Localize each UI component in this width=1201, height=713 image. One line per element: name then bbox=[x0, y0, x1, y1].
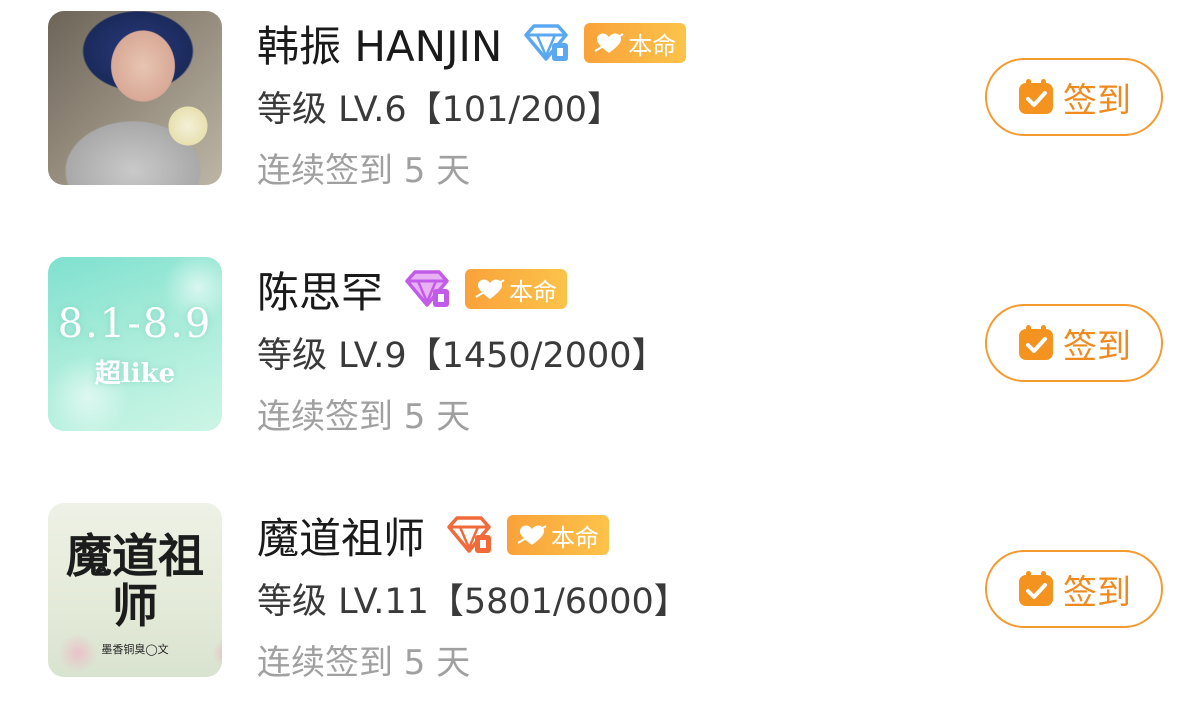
name-line: 魔道祖师 本命 bbox=[257, 509, 610, 563]
diamond-blue-icon bbox=[524, 24, 569, 61]
level-text: 等级 LV.6【101/200】 bbox=[257, 90, 623, 130]
calendar-check-icon bbox=[1019, 571, 1053, 606]
diamond-orange-icon bbox=[447, 516, 492, 553]
streak-text: 连续签到 5 天 bbox=[257, 397, 471, 437]
streak-text: 连续签到 5 天 bbox=[257, 643, 471, 683]
avatar-subtext: 墨香铜臭◯文 bbox=[101, 643, 169, 656]
community-name[interactable]: 韩振 HANJIN bbox=[257, 13, 502, 74]
checkin-label: 签到 bbox=[1063, 572, 1131, 613]
avatar[interactable] bbox=[48, 11, 222, 185]
tag-label: 本命 bbox=[551, 523, 600, 552]
avatar[interactable]: 8.1-8.9 超like bbox=[48, 257, 222, 431]
avatar-text: 魔道祖师 bbox=[66, 529, 204, 633]
community-list: 韩振 HANJIN 本命 等级 LV.6【101/200】 连续签到 5 天 签… bbox=[0, 0, 1201, 713]
heart-arrow-icon bbox=[517, 525, 547, 545]
list-item[interactable]: 魔道祖师 墨香铜臭◯文 魔道祖师 本命 等级 LV.11【5801/6000】 … bbox=[0, 503, 1201, 683]
avatar[interactable]: 魔道祖师 墨香铜臭◯文 bbox=[48, 503, 222, 677]
community-name[interactable]: 陈思罕 bbox=[257, 259, 383, 320]
heart-arrow-icon bbox=[475, 279, 505, 299]
diamond-purple-icon bbox=[405, 270, 450, 307]
checkin-button[interactable]: 签到 bbox=[985, 304, 1163, 382]
calendar-check-icon bbox=[1019, 325, 1053, 360]
checkin-button[interactable]: 签到 bbox=[985, 58, 1163, 136]
bias-tag: 本命 bbox=[507, 515, 610, 555]
name-line: 韩振 HANJIN 本命 bbox=[257, 17, 687, 71]
level-text: 等级 LV.11【5801/6000】 bbox=[257, 582, 689, 622]
list-item[interactable]: 韩振 HANJIN 本命 等级 LV.6【101/200】 连续签到 5 天 签… bbox=[0, 11, 1201, 191]
calendar-check-icon bbox=[1019, 79, 1053, 114]
bias-tag: 本命 bbox=[584, 23, 687, 63]
checkin-label: 签到 bbox=[1063, 326, 1131, 367]
avatar-text: 8.1-8.9 bbox=[57, 301, 213, 347]
list-item[interactable]: 8.1-8.9 超like 陈思罕 本命 等级 LV.9【1450/2000】 … bbox=[0, 257, 1201, 437]
tag-label: 本命 bbox=[628, 31, 677, 60]
name-line: 陈思罕 本命 bbox=[257, 263, 568, 317]
tag-label: 本命 bbox=[509, 277, 558, 306]
bias-tag: 本命 bbox=[465, 269, 568, 309]
heart-arrow-icon bbox=[594, 33, 624, 53]
community-name[interactable]: 魔道祖师 bbox=[257, 505, 425, 566]
checkin-button[interactable]: 签到 bbox=[985, 550, 1163, 628]
level-text: 等级 LV.9【1450/2000】 bbox=[257, 336, 667, 376]
checkin-label: 签到 bbox=[1063, 80, 1131, 121]
streak-text: 连续签到 5 天 bbox=[257, 151, 471, 191]
avatar-subtext: 超like bbox=[94, 359, 176, 389]
